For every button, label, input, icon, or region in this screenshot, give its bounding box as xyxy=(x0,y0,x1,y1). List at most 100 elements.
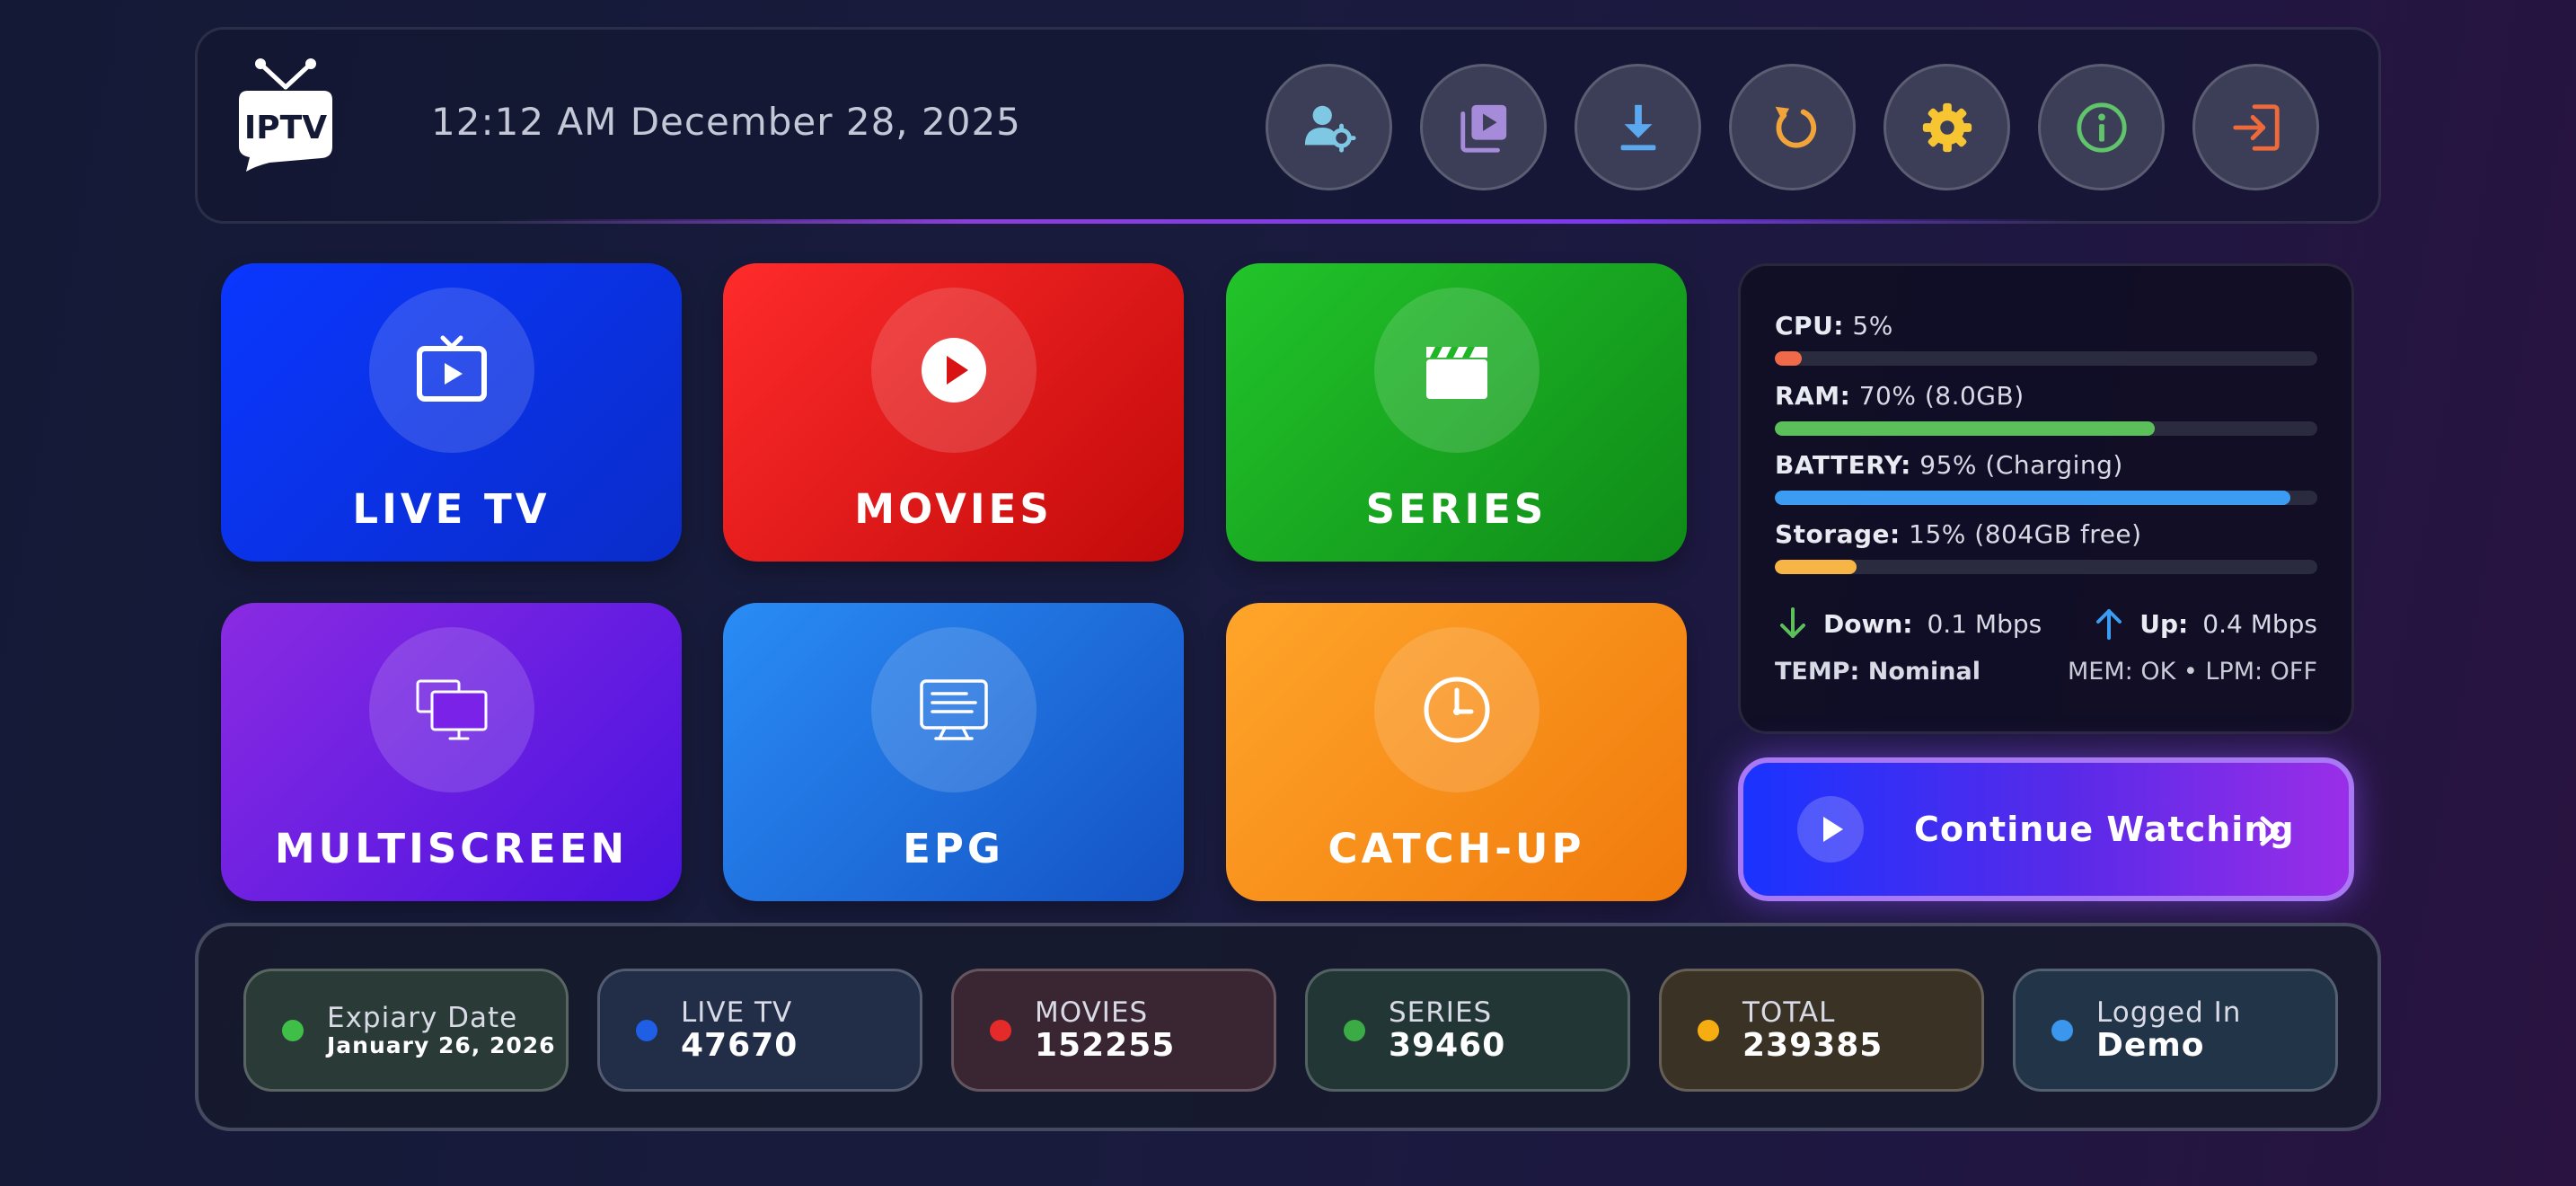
chevron-right-icon xyxy=(2260,816,2280,846)
iptv-logo: IPTV xyxy=(239,58,332,172)
chip-label: LIVE TV xyxy=(681,996,793,1029)
logout-icon xyxy=(2232,103,2280,151)
tile-label: MULTISCREEN xyxy=(274,825,629,872)
temp-value: Nominal xyxy=(1867,658,1981,686)
system-stats-panel: CPU: 5% RAM: 70% (8.0GB) BATTERY: 95% (C… xyxy=(1738,263,2354,734)
stat-label: RAM: xyxy=(1775,381,1851,411)
status-dot xyxy=(636,1019,657,1041)
down-value: 0.1 Mbps xyxy=(1927,608,2042,639)
mem-status: MEM: OK • LPM: OFF xyxy=(2068,658,2317,686)
footer-status-bar: Expiary Date January 26, 2026 LIVE TV 47… xyxy=(195,923,2381,1131)
info-button[interactable] xyxy=(2038,64,2165,190)
battery-bar xyxy=(1775,491,2317,505)
header-glow-line xyxy=(494,219,2082,224)
tile-label: SERIES xyxy=(1365,485,1548,533)
chip-label: SERIES xyxy=(1389,996,1493,1029)
stat-value: 15% (804GB free) xyxy=(1909,519,2142,549)
clock-icon xyxy=(1424,677,1489,743)
up-value: 0.4 Mbps xyxy=(2202,608,2317,639)
top-header-bar: IPTV 12:12 AM December 28, 2025 xyxy=(195,27,2381,224)
up-label: Up: xyxy=(2139,608,2189,639)
status-dot xyxy=(990,1019,1011,1041)
user-settings-icon xyxy=(1304,105,1356,153)
total-count-chip: TOTAL 239385 xyxy=(1659,969,1984,1092)
tile-icon-circle xyxy=(870,627,1037,792)
tile-series[interactable]: SERIES xyxy=(1226,263,1687,562)
tile-icon-circle xyxy=(368,627,534,792)
stat-storage: Storage: 15% (804GB free) xyxy=(1775,519,2317,574)
tile-label: CATCH-UP xyxy=(1328,825,1585,872)
expiry-date-chip: Expiary Date January 26, 2026 xyxy=(243,969,569,1092)
user-settings-button[interactable] xyxy=(1266,64,1392,190)
stat-label: CPU: xyxy=(1775,311,1845,341)
settings-button[interactable] xyxy=(1883,64,2010,190)
svg-text:IPTV: IPTV xyxy=(244,110,327,146)
download-button[interactable] xyxy=(1575,64,1701,190)
play-icon-circle xyxy=(1797,796,1864,863)
tile-label: LIVE TV xyxy=(352,485,551,533)
play-icon xyxy=(1823,817,1843,842)
chip-label: TOTAL xyxy=(1742,996,1836,1029)
stat-cpu: CPU: 5% xyxy=(1775,311,2317,366)
temp-label: TEMP: xyxy=(1775,658,1860,686)
info-icon xyxy=(2076,102,2127,153)
tile-icon-circle xyxy=(870,288,1037,453)
stat-value: 95% (Charging) xyxy=(1919,450,2123,480)
arrow-down-icon xyxy=(1780,607,1805,638)
temp-status-row: TEMP: Nominal MEM: OK • LPM: OFF xyxy=(1775,658,2317,686)
chip-label: Logged In xyxy=(2096,996,2242,1029)
date-time-display: 12:12 AM December 28, 2025 xyxy=(431,100,1021,144)
chip-value: January 26, 2026 xyxy=(327,1031,556,1058)
chip-value: 152255 xyxy=(1035,1026,1176,1064)
header-actions xyxy=(1266,64,2319,190)
stat-value: 5% xyxy=(1852,311,1893,341)
tile-movies[interactable]: MOVIES xyxy=(723,263,1184,562)
refresh-icon xyxy=(1775,106,1816,148)
tile-icon-circle xyxy=(1373,288,1539,453)
chip-value: 239385 xyxy=(1742,1026,1883,1064)
tile-label: MOVIES xyxy=(854,485,1053,533)
play-circle-icon xyxy=(921,338,986,403)
stat-label: Storage: xyxy=(1775,519,1901,549)
chip-value: 47670 xyxy=(681,1026,798,1064)
playlist-button[interactable] xyxy=(1420,64,1547,190)
stat-label: BATTERY: xyxy=(1775,450,1911,480)
chip-value: Demo xyxy=(2096,1026,2205,1064)
tile-label: EPG xyxy=(903,825,1004,872)
ram-bar xyxy=(1775,421,2317,436)
monitors-icon xyxy=(416,679,487,740)
tile-multiscreen[interactable]: MULTISCREEN xyxy=(221,603,682,901)
tile-live-tv[interactable]: LIVE TV xyxy=(221,263,682,562)
tile-epg[interactable]: EPG xyxy=(723,603,1184,901)
stat-ram: RAM: 70% (8.0GB) xyxy=(1775,381,2317,436)
stat-battery: BATTERY: 95% (Charging) xyxy=(1775,450,2317,505)
status-dot xyxy=(1344,1019,1365,1041)
status-dot xyxy=(282,1019,304,1041)
chip-label: Expiary Date xyxy=(327,1001,518,1034)
cpu-bar-fill xyxy=(1775,351,1803,366)
cpu-bar xyxy=(1775,351,2317,366)
arrow-up-icon xyxy=(2096,609,2122,640)
tv-guide-icon xyxy=(919,679,988,740)
status-dot xyxy=(2051,1019,2073,1041)
tile-catch-up[interactable]: CATCH-UP xyxy=(1226,603,1687,901)
download-icon xyxy=(1620,104,1655,150)
refresh-button[interactable] xyxy=(1729,64,1856,190)
live-tv-count-chip: LIVE TV 47670 xyxy=(597,969,922,1092)
tile-icon-circle xyxy=(368,288,534,453)
gear-icon xyxy=(1922,102,1972,152)
movies-count-chip: MOVIES 152255 xyxy=(951,969,1276,1092)
continue-watching-label: Continue Watching xyxy=(1914,810,2295,849)
chip-label: MOVIES xyxy=(1035,996,1149,1029)
battery-bar-fill xyxy=(1775,491,2290,505)
logout-button[interactable] xyxy=(2192,64,2319,190)
series-count-chip: SERIES 39460 xyxy=(1305,969,1630,1092)
status-dot xyxy=(1698,1019,1719,1041)
logged-in-chip: Logged In Demo xyxy=(2013,969,2338,1092)
storage-bar-fill xyxy=(1775,560,1857,574)
network-speed-row: Down: 0.1 Mbps Up: 0.4 Mbps xyxy=(1775,606,2317,642)
continue-watching-button[interactable]: Continue Watching xyxy=(1738,757,2354,901)
playlist-icon xyxy=(1460,104,1506,153)
tile-icon-circle xyxy=(1373,627,1539,792)
down-label: Down: xyxy=(1823,608,1913,639)
